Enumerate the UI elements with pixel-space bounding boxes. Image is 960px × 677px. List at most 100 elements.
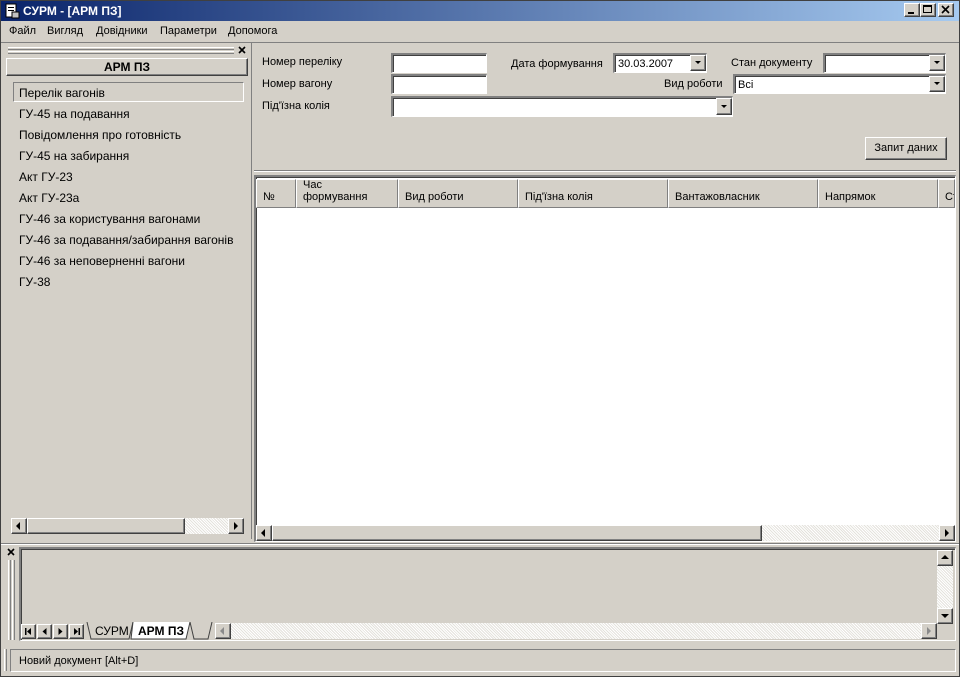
menu-bar: Файл Вигляд Довідники Параметри Допомога	[1, 22, 959, 42]
grid-col-time[interactable]: Час формування	[296, 179, 398, 208]
grid-col-work-type[interactable]: Вид роботи	[398, 179, 518, 208]
chevron-down-icon	[934, 82, 940, 85]
tab-surm[interactable]: СУРМ	[95, 624, 129, 641]
menu-view[interactable]: Вигляд	[47, 25, 83, 37]
nav-item-gu46-usage[interactable]: ГУ-46 за користування вагонами	[19, 212, 200, 226]
bottom-scroll-down-button[interactable]	[937, 608, 953, 624]
nav-item-gu38[interactable]: ГУ-38	[19, 275, 50, 289]
doc-state-dropdown-button[interactable]	[929, 55, 945, 71]
arrow-up-icon	[941, 555, 949, 559]
status-panel: Новий документ [Alt+D]	[10, 649, 956, 672]
grid-col-siding[interactable]: Під'їзна колія	[518, 179, 668, 208]
nav-item-gu45-pickup[interactable]: ГУ-45 на забирання	[19, 149, 129, 163]
grid-col-number[interactable]: №	[256, 179, 296, 208]
nav-item-gu46-unreturned[interactable]: ГУ-46 за неповерненні вагони	[19, 254, 185, 268]
wagon-number-input[interactable]	[391, 74, 487, 94]
tab-next-button[interactable]	[53, 624, 68, 639]
wagon-number-label: Номер вагону	[262, 78, 333, 90]
nav-item-gu46-supply-pickup[interactable]: ГУ-46 за подавання/забирання вагонів	[19, 233, 233, 247]
grid-col-cargo-owner[interactable]: Вантажовласник	[668, 179, 818, 208]
arrow-left-icon	[42, 628, 47, 635]
bottom-h-scroll-track[interactable]	[231, 623, 921, 639]
menu-file[interactable]: Файл	[9, 25, 36, 37]
nav-item-gu45-supply[interactable]: ГУ-45 на подавання	[19, 107, 130, 121]
work-type-select[interactable]: Всі	[733, 74, 946, 94]
arrow-left-icon	[220, 627, 224, 635]
date-dropdown-button[interactable]	[690, 55, 706, 71]
grid-scroll-thumb[interactable]	[272, 525, 762, 541]
bottom-scroll-track[interactable]	[937, 566, 953, 608]
bottom-panel-grip[interactable]	[8, 560, 11, 640]
last-icon	[74, 628, 80, 635]
tab-prev-button[interactable]	[37, 624, 52, 639]
tab-first-button[interactable]	[21, 624, 36, 639]
arrow-left-icon	[261, 529, 265, 537]
nav-item-act-gu23a[interactable]: Акт ГУ-23а	[19, 191, 79, 205]
chevron-down-icon	[721, 105, 727, 108]
panel-header: АРМ ПЗ	[6, 58, 248, 76]
bottom-splitter[interactable]	[1, 543, 959, 545]
grid-h-scrollbar[interactable]	[256, 525, 955, 541]
arrow-right-icon	[234, 522, 238, 530]
app-icon[interactable]	[4, 3, 20, 19]
chevron-down-icon	[934, 61, 940, 64]
scroll-left-button[interactable]	[11, 518, 27, 534]
grid-col-state[interactable]: Ст	[938, 179, 955, 208]
list-number-input[interactable]	[391, 53, 487, 73]
arrow-down-icon	[941, 614, 949, 618]
minimize-icon	[908, 12, 914, 14]
chevron-down-icon	[695, 61, 701, 64]
menu-parameters[interactable]: Параметри	[160, 25, 217, 37]
close-icon	[7, 548, 15, 556]
arrow-right-icon	[58, 628, 63, 635]
nav-item-act-gu23[interactable]: Акт ГУ-23	[19, 170, 73, 184]
bottom-h-scrollbar[interactable]	[215, 623, 937, 639]
arrow-right-icon	[945, 529, 949, 537]
date-picker[interactable]: 30.03.2007	[613, 53, 707, 73]
grid-col-direction[interactable]: Напрямок	[818, 179, 938, 208]
scroll-right-button[interactable]	[228, 518, 244, 534]
siding-label: Під'їзна колія	[262, 100, 330, 112]
menu-references[interactable]: Довідники	[96, 25, 148, 37]
query-data-button[interactable]: Запит даних	[865, 137, 947, 160]
scroll-track[interactable]	[185, 518, 228, 534]
panel-grip-2[interactable]	[8, 51, 234, 54]
nav-item-wagon-list[interactable]: Перелік вагонів	[19, 86, 105, 100]
status-bar: Новий документ [Alt+D]	[1, 648, 959, 674]
date-value: 30.03.2007	[618, 58, 674, 70]
doc-state-select[interactable]	[823, 53, 946, 73]
panel-grip[interactable]	[8, 47, 234, 50]
maximize-icon	[923, 5, 932, 13]
work-type-label: Вид роботи	[664, 78, 723, 90]
nav-item-readiness-notice[interactable]: Повідомлення про готовність	[19, 128, 181, 142]
grid-scroll-track[interactable]	[762, 525, 939, 541]
data-grid[interactable]: № Час формування Вид роботи Під'їзна кол…	[254, 175, 956, 542]
scroll-thumb[interactable]	[27, 518, 185, 534]
siding-dropdown-button[interactable]	[716, 98, 732, 115]
tab-arm-pz[interactable]: АРМ ПЗ	[138, 624, 184, 641]
bottom-panel-grip-2[interactable]	[12, 560, 15, 640]
siding-select[interactable]	[391, 96, 733, 117]
work-type-value: Всі	[738, 79, 754, 91]
status-text: Новий документ [Alt+D]	[19, 655, 139, 667]
work-type-dropdown-button[interactable]	[929, 76, 945, 92]
bottom-panel-close-button[interactable]	[6, 547, 16, 557]
grid-scroll-left-button[interactable]	[256, 525, 272, 541]
bottom-scroll-up-button[interactable]	[937, 550, 953, 566]
bottom-scroll-right-button[interactable]	[921, 623, 937, 639]
left-h-scrollbar[interactable]	[11, 518, 244, 534]
panel-close-button[interactable]	[237, 45, 247, 55]
title-bar[interactable]: СУРМ - [АРМ ПЗ]	[1, 1, 959, 21]
tab-last-button[interactable]	[69, 624, 84, 639]
maximize-button[interactable]	[920, 3, 936, 17]
minimize-button[interactable]	[904, 3, 920, 17]
window-title: СУРМ - [АРМ ПЗ]	[23, 4, 122, 18]
close-button[interactable]	[938, 3, 954, 17]
menu-help[interactable]: Допомога	[228, 25, 277, 37]
date-label: Дата формування	[511, 58, 603, 70]
arrow-left-icon	[16, 522, 20, 530]
list-number-label: Номер переліку	[262, 56, 343, 68]
close-icon	[941, 5, 950, 14]
bottom-scroll-left-button[interactable]	[215, 623, 231, 639]
grid-scroll-right-button[interactable]	[939, 525, 955, 541]
